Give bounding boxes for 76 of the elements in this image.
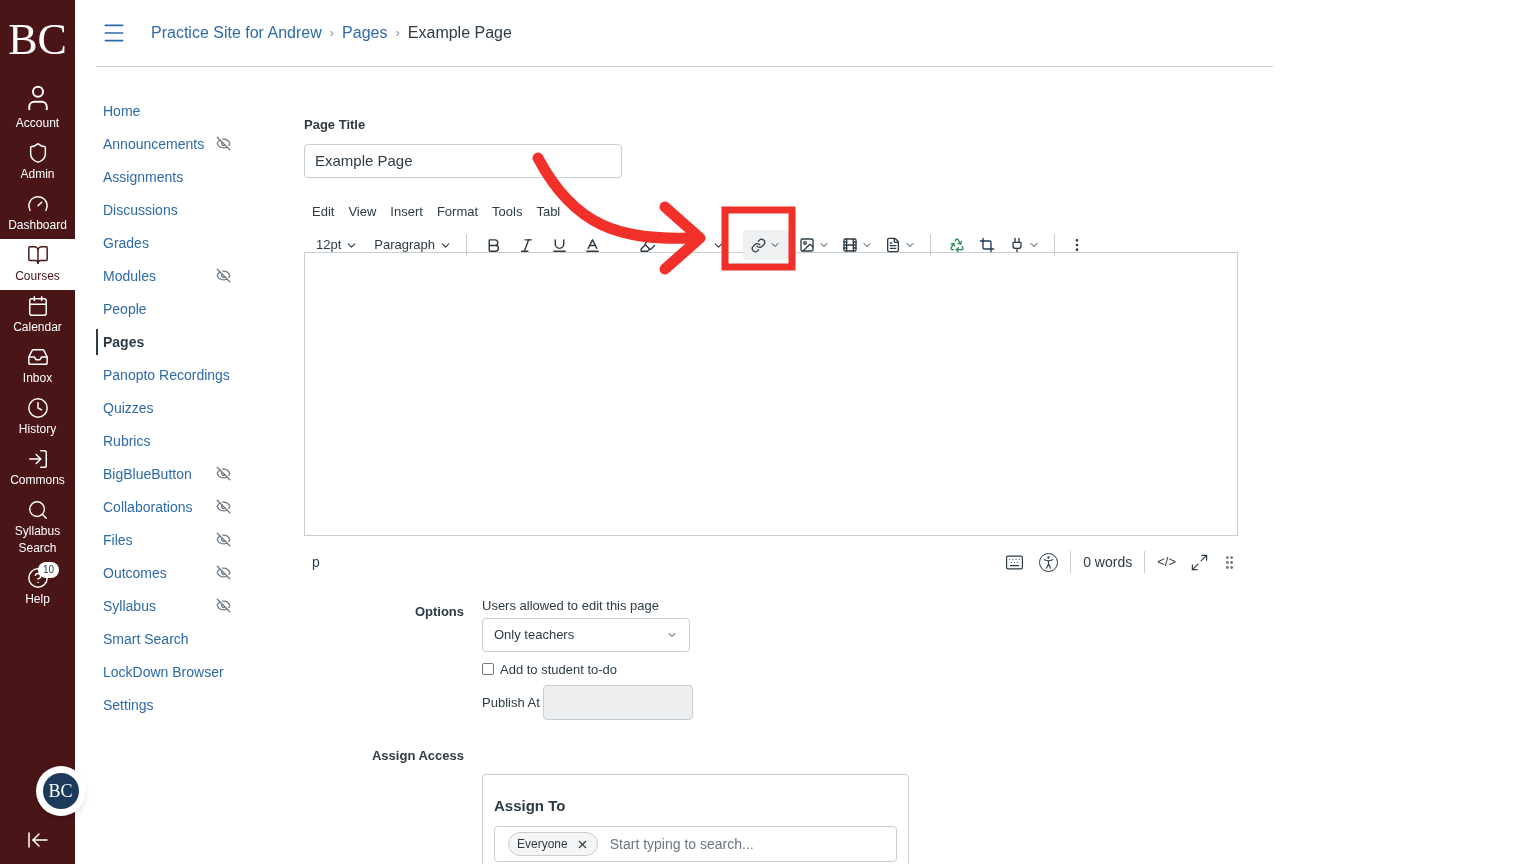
search-placeholder: Start typing to search... — [609, 834, 754, 854]
breadcrumb-separator: › — [329, 24, 335, 43]
breadcrumb-link[interactable]: Pages — [342, 21, 388, 45]
publish-date-field[interactable] — [542, 685, 693, 720]
course-nav-link[interactable]: Grades — [96, 229, 149, 256]
org-logo[interactable]: BC — [35, 766, 86, 816]
menu-item[interactable]: Insert — [390, 201, 423, 221]
course-nav-link[interactable]: Outcomes — [96, 559, 167, 586]
section-label: Options — [413, 603, 464, 621]
course-nav-link[interactable]: Quizzes — [96, 394, 154, 421]
course-nav-link[interactable]: Smart Search — [96, 625, 189, 652]
assignee-tag[interactable]: Everyone — [508, 832, 598, 856]
course-nav-link[interactable]: People — [96, 295, 147, 322]
field-label: Users allowed to edit this page — [482, 597, 661, 615]
calendar-icon — [26, 295, 49, 317]
media-icon[interactable] — [842, 237, 859, 253]
field-label: Publish At — [482, 693, 540, 712]
book-icon — [26, 244, 49, 266]
block-format-dropdown[interactable]: Paragraph — [370, 235, 457, 255]
nav-item[interactable]: Inbox — [0, 341, 75, 392]
course-nav-link[interactable]: Announcements — [96, 130, 205, 157]
logo[interactable]: BC — [8, 18, 67, 62]
field-label: Page Title — [304, 116, 367, 134]
menu-item[interactable]: Edit — [312, 201, 335, 221]
course-nav-link[interactable]: Files — [96, 526, 133, 553]
section-label: Assign Access — [371, 747, 464, 765]
course-nav-link[interactable]: Modules — [96, 262, 156, 289]
course-nav-link[interactable]: BigBlueButton — [96, 460, 192, 487]
course-nav-link[interactable]: Assignments — [96, 163, 184, 190]
nav-item[interactable]: Courses — [0, 239, 75, 290]
link-icon — [751, 237, 767, 253]
card-title: Assign To — [494, 795, 567, 816]
search-icon — [26, 499, 49, 521]
assign-to-field[interactable]: Everyone Start typing to search... — [494, 826, 897, 862]
breadcrumb-separator: › — [395, 24, 400, 43]
menu-item[interactable]: Tools — [492, 201, 523, 221]
course-nav-link[interactable]: Collaborations — [96, 493, 193, 520]
document-icon[interactable] — [885, 237, 902, 253]
nav-item[interactable]: Account — [0, 78, 75, 137]
text-color-icon[interactable] — [584, 236, 602, 254]
fullscreen-icon[interactable] — [1190, 552, 1209, 572]
course-nav-link[interactable]: Syllabus — [96, 592, 156, 619]
course-nav-link[interactable]: Home — [96, 97, 141, 124]
crop-icon[interactable] — [979, 237, 996, 253]
nav-item[interactable]: Admin — [0, 137, 75, 188]
recycle-icon[interactable] — [949, 237, 966, 253]
course-nav-link[interactable]: Rubrics — [96, 427, 151, 454]
nav-item[interactable]: Syllabus Search — [0, 494, 75, 562]
course-nav-link[interactable]: LockDown Browser — [96, 658, 224, 685]
nav-item[interactable]: Help 10 — [0, 562, 75, 613]
edit-permission-select[interactable]: Only teachers — [482, 617, 690, 652]
nav-item[interactable]: History — [0, 392, 75, 443]
course-nav-link[interactable]: Discussions — [96, 196, 178, 223]
menu-item[interactable]: Tabl — [536, 201, 561, 221]
nav-item[interactable]: Calendar — [0, 290, 75, 341]
course-nav-link[interactable]: Pages — [96, 328, 145, 355]
menu-item[interactable]: View — [348, 201, 377, 221]
nav-item[interactable]: Dashboard — [0, 188, 75, 239]
checkbox-label: Add to student to-do — [500, 660, 618, 679]
clock-icon — [26, 397, 49, 419]
title-field[interactable]: Example Page — [304, 143, 622, 178]
image-icon[interactable] — [799, 237, 816, 253]
html-editor-button[interactable]: </> — [1157, 552, 1176, 572]
checkbox[interactable] — [482, 663, 494, 676]
course-nav-link[interactable]: Panopto Recordings — [96, 361, 230, 388]
word-count: 0 words — [1083, 552, 1133, 572]
breadcrumb-link[interactable]: Practice Site for Andrew — [151, 21, 322, 45]
nav-item[interactable]: Commons — [0, 443, 75, 494]
element-path: p — [312, 552, 320, 572]
link-button[interactable] — [743, 230, 790, 260]
font-size-dropdown[interactable]: 12pt — [304, 235, 371, 255]
course-nav-link[interactable]: Settings — [96, 691, 154, 718]
menu-item[interactable]: Format — [436, 201, 479, 221]
notification-badge: 10 — [37, 562, 59, 578]
underline-icon[interactable] — [551, 236, 569, 254]
inbox-icon — [26, 346, 49, 368]
